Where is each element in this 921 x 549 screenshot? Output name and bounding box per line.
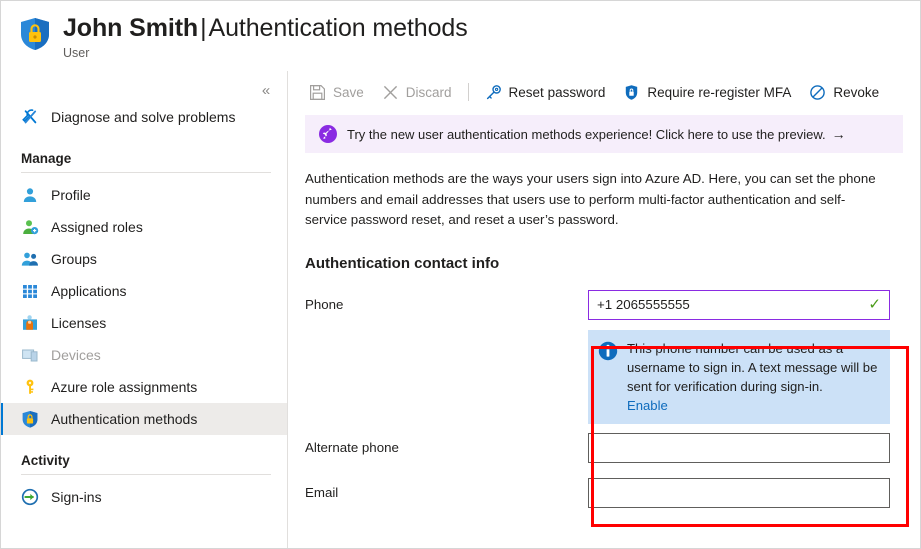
sidebar-group-activity: Activity Sign-ins (1, 453, 287, 513)
revoke-button[interactable]: Revoke (800, 77, 888, 107)
page-title: John Smith|Authentication methods (63, 13, 468, 43)
sidebar-item-label: Groups (51, 251, 97, 267)
shield-lock-icon (19, 17, 51, 51)
groups-icon (21, 250, 39, 268)
mfa-lock-icon (623, 84, 640, 101)
phone-info-text: This phone number can be used as a usern… (627, 341, 877, 394)
sidebar-group-manage: Manage Profile (1, 151, 287, 435)
page-title-separator: | (198, 14, 208, 42)
form-row-phone: Phone +1 2065555555 ✓ (288, 290, 920, 424)
discard-x-icon (382, 84, 399, 101)
spacer (288, 424, 920, 433)
valid-check-icon: ✓ (868, 297, 881, 312)
sidebar-item-applications[interactable]: Applications (1, 275, 287, 307)
email-input[interactable] (588, 478, 890, 508)
sidebar-item-sign-ins[interactable]: Sign-ins (1, 481, 287, 513)
chevron-double-left-icon[interactable]: « (253, 77, 279, 103)
section-title-authentication-contact-info: Authentication contact info (305, 255, 903, 272)
email-label: Email (305, 478, 588, 500)
sidebar-item-authentication-methods[interactable]: Authentication methods (1, 403, 287, 435)
reset-password-label: Reset password (509, 85, 606, 100)
title-block: John Smith|Authentication methods User (63, 13, 468, 60)
sidebar-item-assigned-roles[interactable]: Assigned roles (1, 211, 287, 243)
revoke-label: Revoke (833, 85, 879, 100)
arrow-right-icon: → (832, 126, 846, 142)
sidebar-item-label: Azure role assignments (51, 379, 197, 395)
sidebar-group-heading: Manage (1, 151, 287, 170)
licenses-icon (21, 314, 39, 332)
sidebar-group-heading: Activity (1, 453, 287, 472)
sidebar-item-groups[interactable]: Groups (1, 243, 287, 275)
alternate-phone-input[interactable] (588, 433, 890, 463)
sidebar: « Diagnose and solve problems Manage (1, 71, 288, 548)
preview-banner-text: Try the new user authentication methods … (347, 127, 826, 142)
phone-info-text-wrap: This phone number can be used as a usern… (627, 339, 880, 415)
sidebar-item-devices: Devices (1, 339, 287, 371)
toolbar-separator (468, 83, 469, 101)
save-disk-icon (309, 84, 326, 101)
page-title-section: Authentication methods (209, 14, 468, 42)
sidebar-item-label: Devices (51, 347, 101, 363)
sidebar-item-label: Authentication methods (51, 411, 197, 427)
revoke-block-icon (809, 84, 826, 101)
devices-monitor-icon (21, 346, 39, 364)
divider (21, 474, 271, 475)
form-row-alternate-phone: Alternate phone (288, 433, 920, 469)
page-title-user: John Smith (63, 14, 198, 42)
sidebar-item-diagnose[interactable]: Diagnose and solve problems (1, 101, 287, 133)
user-profile-icon (21, 186, 39, 204)
phone-input[interactable]: +1 2065555555 ✓ (588, 290, 890, 320)
discard-button[interactable]: Discard (373, 77, 461, 107)
phone-label: Phone (305, 290, 588, 312)
app-window: John Smith|Authentication methods User «… (0, 0, 921, 549)
sign-in-arrow-icon (21, 488, 39, 506)
alternate-phone-label: Alternate phone (305, 433, 588, 455)
enable-link[interactable]: Enable (627, 396, 880, 415)
body-split: « Diagnose and solve problems Manage (1, 71, 920, 548)
require-re-register-mfa-button[interactable]: Require re-register MFA (614, 77, 800, 107)
sidebar-item-label: Diagnose and solve problems (51, 109, 235, 125)
content-pane: Save Discard (288, 71, 920, 548)
sidebar-item-label: Licenses (51, 315, 106, 331)
sidebar-item-label: Applications (51, 283, 127, 299)
sidebar-item-label: Sign-ins (51, 489, 102, 505)
diagnose-wrench-icon (21, 108, 39, 126)
key-icon (485, 84, 502, 101)
sidebar-item-azure-role-assignments[interactable]: Azure role assignments (1, 371, 287, 403)
form-row-email: Email (288, 478, 920, 514)
save-label: Save (333, 85, 364, 100)
applications-grid-icon (21, 282, 39, 300)
rocket-icon (318, 124, 338, 144)
page-description: Authentication methods are the ways your… (305, 169, 883, 231)
shield-lock-icon (21, 410, 39, 428)
phone-field-column: +1 2065555555 ✓ (588, 290, 890, 424)
phone-input-value: +1 2065555555 (597, 297, 868, 312)
sidebar-item-licenses[interactable]: Licenses (1, 307, 287, 339)
sidebar-item-label: Profile (51, 187, 91, 203)
assigned-roles-icon (21, 218, 39, 236)
email-field-column (588, 478, 890, 508)
sidebar-item-profile[interactable]: Profile (1, 179, 287, 211)
spacer (288, 469, 920, 478)
divider (21, 172, 271, 173)
phone-info-callout: This phone number can be used as a usern… (588, 330, 890, 424)
sidebar-item-label: Assigned roles (51, 219, 143, 235)
reset-password-button[interactable]: Reset password (476, 77, 615, 107)
save-button[interactable]: Save (300, 77, 373, 107)
info-circle-icon (597, 340, 619, 362)
command-toolbar: Save Discard (288, 71, 920, 113)
key-icon (21, 378, 39, 396)
require-mfa-label: Require re-register MFA (647, 85, 791, 100)
alternate-phone-field-column (588, 433, 890, 463)
preview-banner[interactable]: Try the new user authentication methods … (305, 115, 903, 153)
page-subtitle: User (63, 46, 468, 60)
contact-info-form: Phone +1 2065555555 ✓ (288, 290, 920, 514)
discard-label: Discard (406, 85, 452, 100)
page-header: John Smith|Authentication methods User (1, 1, 920, 71)
